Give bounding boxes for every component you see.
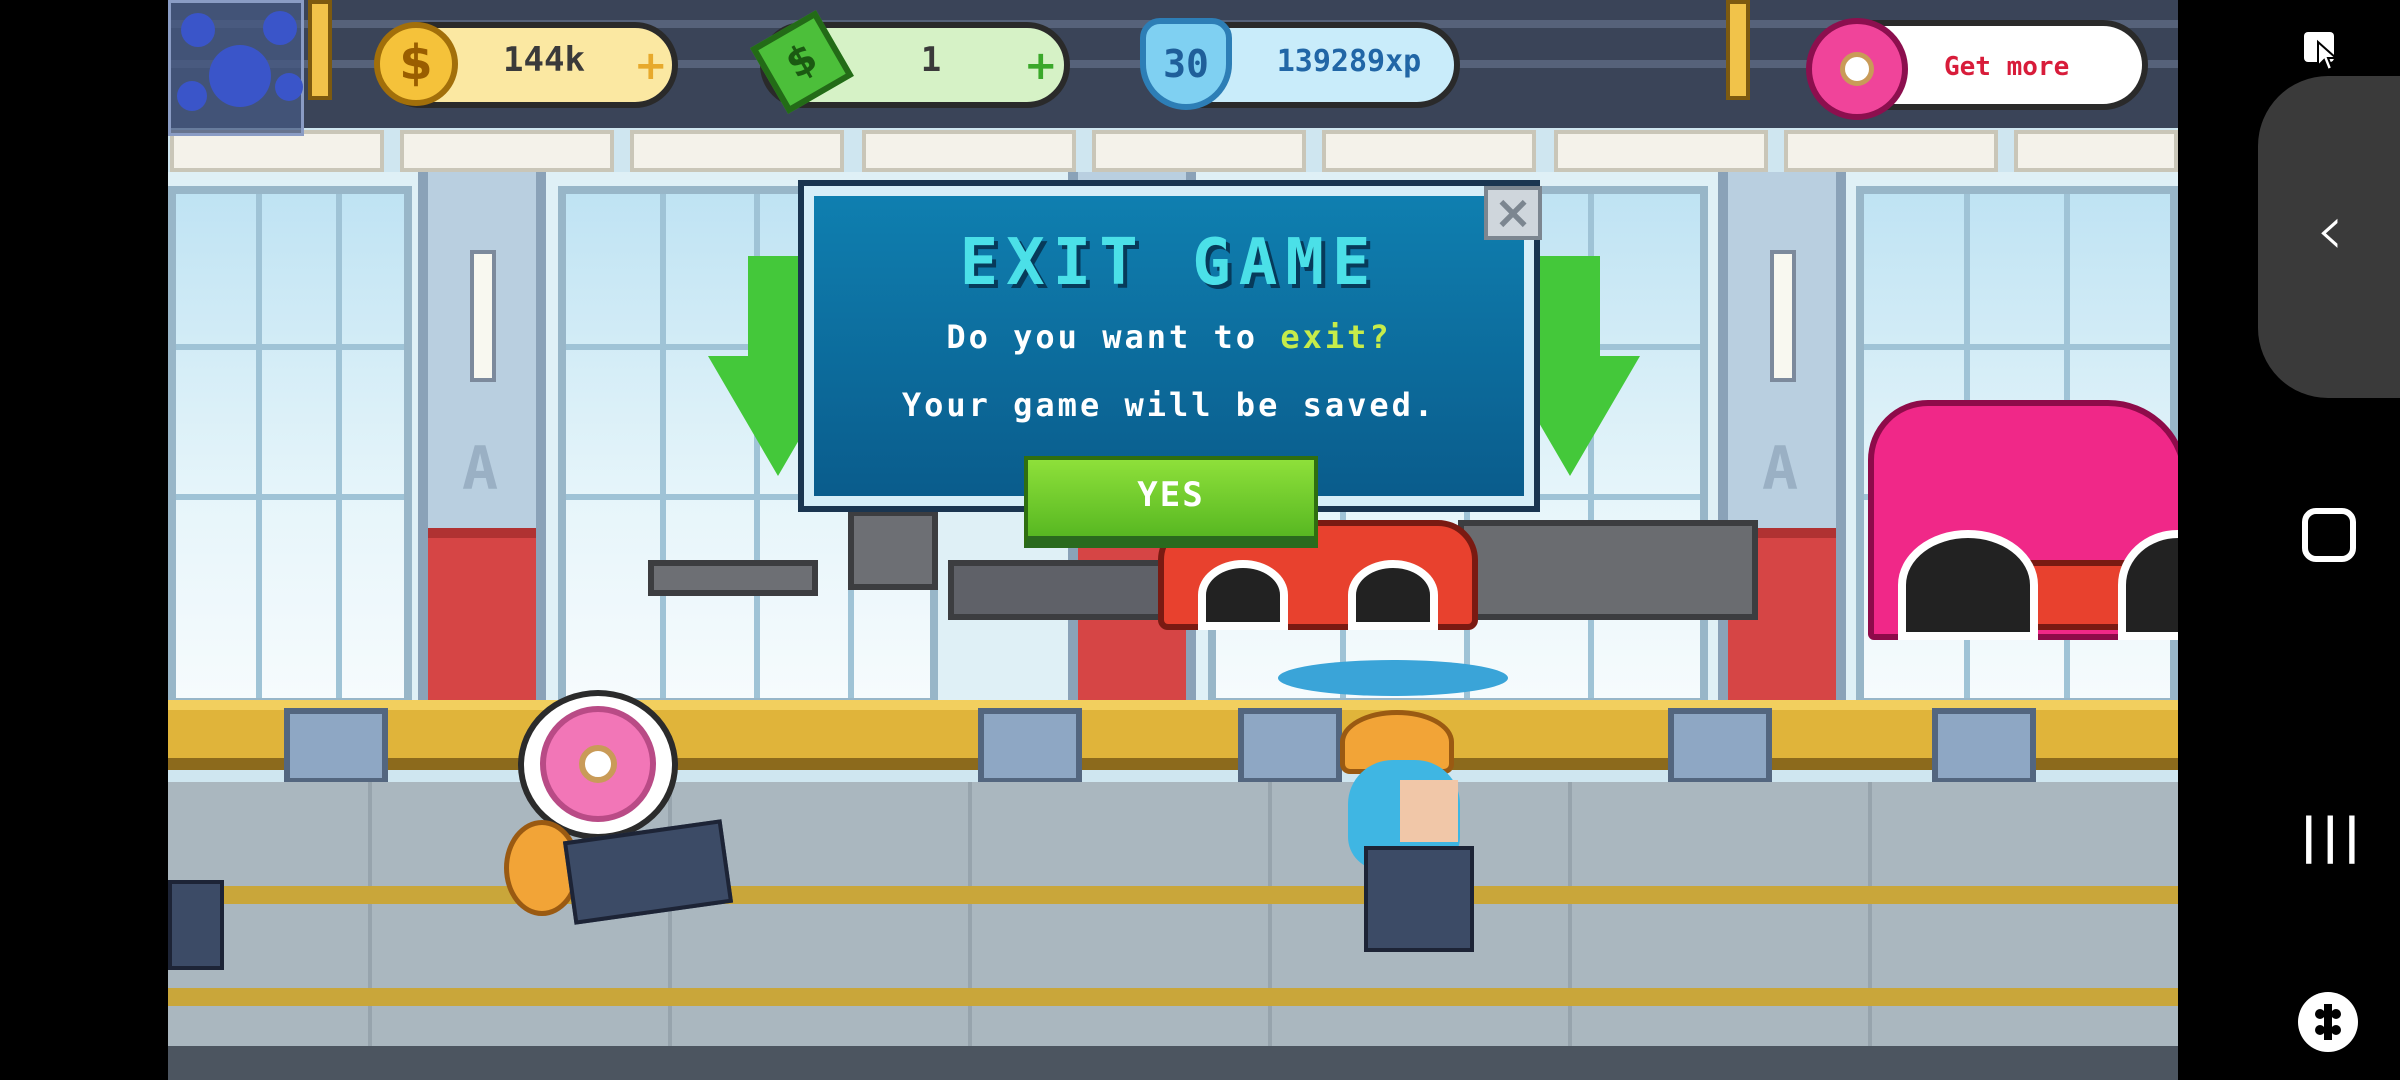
coins-value: 144k — [503, 40, 585, 80]
xp-value: 139289xp — [1276, 44, 1422, 79]
robot-arm — [648, 560, 818, 596]
factory-floor — [168, 782, 2178, 1080]
ceiling-lamp — [400, 130, 614, 172]
get-more-label: Get more — [1944, 52, 2070, 82]
coin-icon: $ — [374, 22, 458, 106]
home-button[interactable] — [2302, 508, 2356, 562]
add-cash-icon[interactable]: + — [1024, 44, 1058, 88]
pillar-letter: A — [1762, 434, 1799, 504]
dialog-title: EXIT GAME — [959, 226, 1379, 300]
donut-icon — [540, 706, 656, 822]
ceiling-lamp — [862, 130, 1076, 172]
recents-button[interactable]: ||| — [2300, 808, 2361, 868]
conveyor-cart — [1668, 708, 1772, 784]
car-wheel — [1348, 560, 1438, 630]
green-arrow — [748, 256, 808, 366]
xp-counter[interactable]: 30 139289xp — [1140, 18, 1460, 110]
ceiling-lamp — [170, 130, 384, 172]
game-viewport[interactable]: A A $ 144k + $ 1 + 30 139289xp Get more … — [168, 0, 2178, 1080]
robot-arm — [848, 510, 938, 590]
hud-post — [1726, 0, 1750, 100]
yes-button[interactable]: YES — [1024, 456, 1318, 548]
car-wheel — [1198, 560, 1288, 630]
conveyor-cart — [1932, 708, 2036, 784]
get-more-donuts-button[interactable]: Get more — [1806, 18, 2148, 120]
back-button[interactable]: ‹ — [2300, 195, 2360, 270]
donut-icon — [1806, 18, 1908, 120]
level-badge-icon: 30 — [1140, 18, 1232, 110]
dialog-question-highlight: exit? — [1280, 318, 1392, 356]
dialog-question-text: Do you want to — [946, 318, 1281, 356]
conveyor-rail — [168, 700, 2178, 770]
dialog-save-note: Your game will be saved. — [901, 386, 1437, 424]
ceiling-lamp — [1092, 130, 1306, 172]
worker-face — [1400, 780, 1458, 842]
engine-block — [1458, 520, 1758, 620]
ceiling-lamp — [1784, 130, 1998, 172]
cash-counter[interactable]: $ 1 + — [750, 10, 1070, 114]
close-dialog-button[interactable]: × — [1484, 186, 1542, 240]
conveyor-cart — [1238, 708, 1342, 784]
hud-post — [308, 0, 332, 100]
car-wheel — [1898, 530, 2038, 640]
dialog-question: Do you want to exit? — [814, 318, 1524, 356]
cash-value: 1 — [920, 40, 942, 80]
car-lift-pad — [1278, 660, 1508, 696]
ceiling-lamp — [2014, 130, 2178, 172]
conveyor-cart — [284, 708, 388, 784]
factory-pillar: A — [418, 172, 546, 768]
ceiling-lamp — [1554, 130, 1768, 172]
screenshot-tool-icon[interactable] — [2300, 28, 2344, 76]
conveyor-cart — [978, 708, 1082, 784]
coins-counter[interactable]: $ 144k + — [374, 22, 678, 108]
add-coins-icon[interactable]: + — [634, 44, 668, 88]
green-arrow — [1540, 256, 1600, 366]
factory-pillar: A — [1718, 172, 1846, 768]
player-avatar-badge[interactable] — [168, 0, 304, 136]
game-tools-icon[interactable] — [2298, 992, 2358, 1052]
ceiling-lamp — [1322, 130, 1536, 172]
ceiling-lamp — [630, 130, 844, 172]
worker-partial[interactable] — [168, 880, 224, 970]
factory-window — [168, 186, 412, 706]
worker-standing[interactable] — [1364, 846, 1474, 952]
pillar-letter: A — [462, 434, 499, 504]
